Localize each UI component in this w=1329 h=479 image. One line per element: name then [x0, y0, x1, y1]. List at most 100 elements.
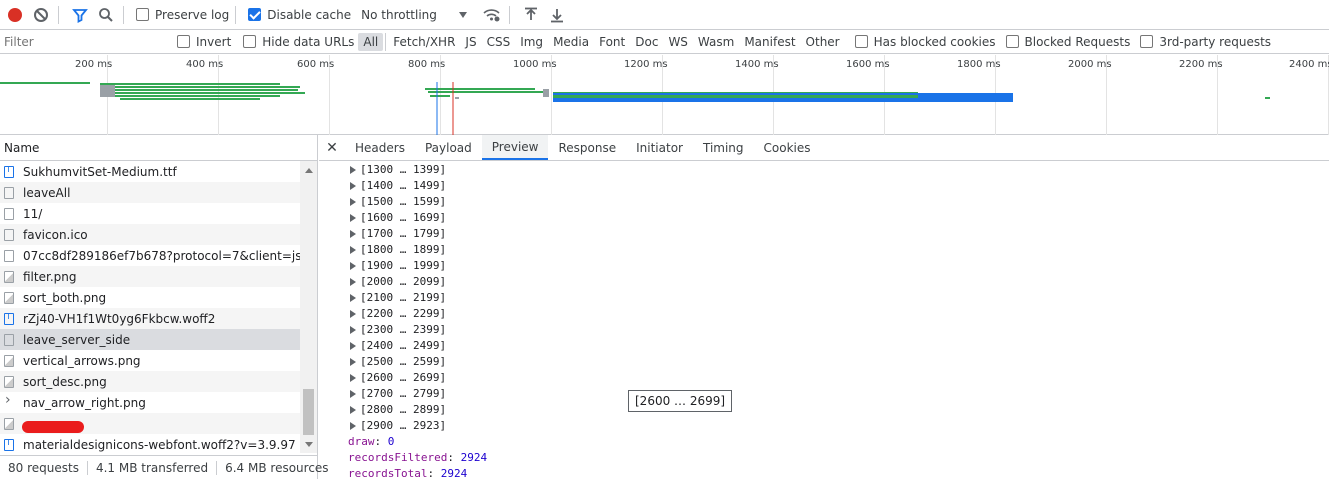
throttling-select[interactable]: No throttling — [361, 8, 467, 22]
expand-triangle-icon[interactable] — [350, 198, 356, 206]
request-row[interactable]: sort_both.png — [0, 287, 300, 308]
request-row[interactable]: 11/ — [0, 203, 300, 224]
type-filter-font[interactable]: Font — [594, 33, 630, 51]
blocked-requests-checkbox[interactable]: Blocked Requests — [1005, 35, 1130, 49]
expand-triangle-icon[interactable] — [350, 342, 356, 350]
hide-data-urls-checkbox[interactable]: Hide data URLs — [243, 35, 354, 49]
type-filter-other[interactable]: Other — [801, 33, 845, 51]
expand-triangle-icon[interactable] — [350, 246, 356, 254]
tree-range-node[interactable]: [2800 … 2899] — [319, 402, 1329, 418]
expand-triangle-icon[interactable] — [350, 262, 356, 270]
has-blocked-cookies-box[interactable] — [854, 35, 868, 48]
tab-initiator[interactable]: Initiator — [626, 135, 693, 160]
type-filter-manifest[interactable]: Manifest — [739, 33, 800, 51]
search-button[interactable] — [95, 4, 117, 26]
expand-triangle-icon[interactable] — [350, 166, 356, 174]
blocked-requests-box[interactable] — [1005, 35, 1019, 48]
scroll-up-icon[interactable] — [305, 168, 313, 173]
request-row[interactable]: rZj40-VH1f1Wt0yg6Fkbcw.woff2 — [0, 308, 300, 329]
tree-property[interactable]: recordsFiltered: 2924 — [319, 450, 1329, 466]
request-list-scrollbar[interactable] — [300, 161, 317, 453]
expand-triangle-icon[interactable] — [350, 358, 356, 366]
invert-checkbox[interactable]: Invert — [177, 35, 231, 49]
type-filter-js[interactable]: JS — [460, 33, 481, 51]
tree-range-node[interactable]: [1500 … 1599] — [319, 194, 1329, 210]
type-filter-ws[interactable]: WS — [663, 33, 692, 51]
expand-triangle-icon[interactable] — [350, 326, 356, 334]
tree-range-node[interactable]: [2700 … 2799] — [319, 386, 1329, 402]
type-filter-all[interactable]: All — [358, 32, 384, 51]
tree-range-node[interactable]: [1400 … 1499] — [319, 178, 1329, 194]
close-icon[interactable]: ✕ — [319, 135, 345, 160]
tree-range-node[interactable]: [1300 … 1399] — [319, 162, 1329, 178]
tree-range-node[interactable]: [2600 … 2699] — [319, 370, 1329, 386]
tab-timing[interactable]: Timing — [693, 135, 754, 160]
expand-triangle-icon[interactable] — [350, 214, 356, 222]
disable-cache-box[interactable] — [248, 8, 262, 21]
network-overview[interactable]: 200 ms 400 ms 600 ms 800 ms 1000 ms 1200… — [0, 55, 1329, 135]
expand-triangle-icon[interactable] — [350, 278, 356, 286]
expand-triangle-icon[interactable] — [350, 230, 356, 238]
has-blocked-cookies-checkbox[interactable]: Has blocked cookies — [854, 35, 996, 49]
request-row-selected[interactable]: leave_server_side — [0, 329, 300, 350]
request-row[interactable]: materialdesignicons-webfont.woff2?v=3.9.… — [0, 434, 300, 453]
tab-response[interactable]: Response — [548, 135, 626, 160]
tree-range-node[interactable]: [1900 … 1999] — [319, 258, 1329, 274]
request-row[interactable]: favicon.ico — [0, 224, 300, 245]
tree-range-node[interactable]: [2300 … 2399] — [319, 322, 1329, 338]
clear-button[interactable] — [30, 4, 52, 26]
third-party-checkbox[interactable]: 3rd-party requests — [1140, 35, 1271, 49]
expand-triangle-icon[interactable] — [350, 374, 356, 382]
preserve-log-checkbox[interactable]: Preserve log — [136, 8, 229, 22]
expand-triangle-icon[interactable] — [350, 390, 356, 398]
request-row[interactable]: SukhumvitSet-Medium.ttf — [0, 161, 300, 182]
type-filter-media[interactable]: Media — [548, 33, 594, 51]
network-conditions-button[interactable] — [481, 4, 503, 26]
request-row[interactable]: vertical_arrows.png — [0, 350, 300, 371]
tree-range-node[interactable]: [1800 … 1899] — [319, 242, 1329, 258]
disable-cache-checkbox[interactable]: Disable cache — [248, 8, 351, 22]
expand-triangle-icon[interactable] — [350, 406, 356, 414]
expand-triangle-icon[interactable] — [350, 310, 356, 318]
tree-range-node[interactable]: [2200 … 2299] — [319, 306, 1329, 322]
request-row[interactable]: nav_arrow_right.png — [0, 392, 300, 413]
type-filter-css[interactable]: CSS — [482, 33, 516, 51]
filter-toggle-button[interactable] — [69, 4, 91, 26]
tree-range-node[interactable]: [1600 … 1699] — [319, 210, 1329, 226]
type-filter-fetch-xhr[interactable]: Fetch/XHR — [388, 33, 460, 51]
import-har-button[interactable] — [520, 4, 542, 26]
type-filter-img[interactable]: Img — [515, 33, 548, 51]
tree-range-node[interactable]: [2900 … 2923] — [319, 418, 1329, 434]
hide-data-urls-box[interactable] — [243, 35, 257, 48]
tab-cookies[interactable]: Cookies — [754, 135, 821, 160]
expand-triangle-icon[interactable] — [350, 422, 356, 430]
type-filter-doc[interactable]: Doc — [630, 33, 663, 51]
tree-property[interactable]: draw: 0 — [319, 434, 1329, 450]
tree-range-node[interactable]: [2000 … 2099] — [319, 274, 1329, 290]
export-har-button[interactable] — [546, 4, 568, 26]
tree-range-node[interactable]: [1700 … 1799] — [319, 226, 1329, 242]
request-row[interactable]: filter.png — [0, 266, 300, 287]
tab-payload[interactable]: Payload — [415, 135, 482, 160]
tree-range-node[interactable]: [2400 … 2499] — [319, 338, 1329, 354]
type-filter-wasm[interactable]: Wasm — [693, 33, 739, 51]
scroll-down-icon[interactable] — [305, 442, 313, 447]
expand-triangle-icon[interactable] — [350, 182, 356, 190]
request-row[interactable]: sort_desc.png — [0, 371, 300, 392]
scrollbar-thumb[interactable] — [303, 389, 314, 435]
expand-triangle-icon[interactable] — [350, 294, 356, 302]
request-row[interactable] — [0, 413, 300, 434]
tree-range-node[interactable]: [2500 … 2599] — [319, 354, 1329, 370]
name-column-header[interactable]: Name — [0, 135, 317, 161]
preserve-log-box[interactable] — [136, 8, 149, 21]
tree-range-node[interactable]: [2100 … 2199] — [319, 290, 1329, 306]
third-party-box[interactable] — [1140, 35, 1154, 48]
request-row[interactable]: leaveAll — [0, 182, 300, 203]
tree-property[interactable]: recordsTotal: 2924 — [319, 466, 1329, 479]
invert-box[interactable] — [177, 35, 190, 48]
tab-headers[interactable]: Headers — [345, 135, 415, 160]
filter-input[interactable] — [0, 30, 165, 53]
record-button[interactable] — [4, 4, 26, 26]
request-row[interactable]: 07cc8df289186ef7b678?protocol=7&client=j… — [0, 245, 300, 266]
tab-preview[interactable]: Preview — [481, 135, 549, 160]
